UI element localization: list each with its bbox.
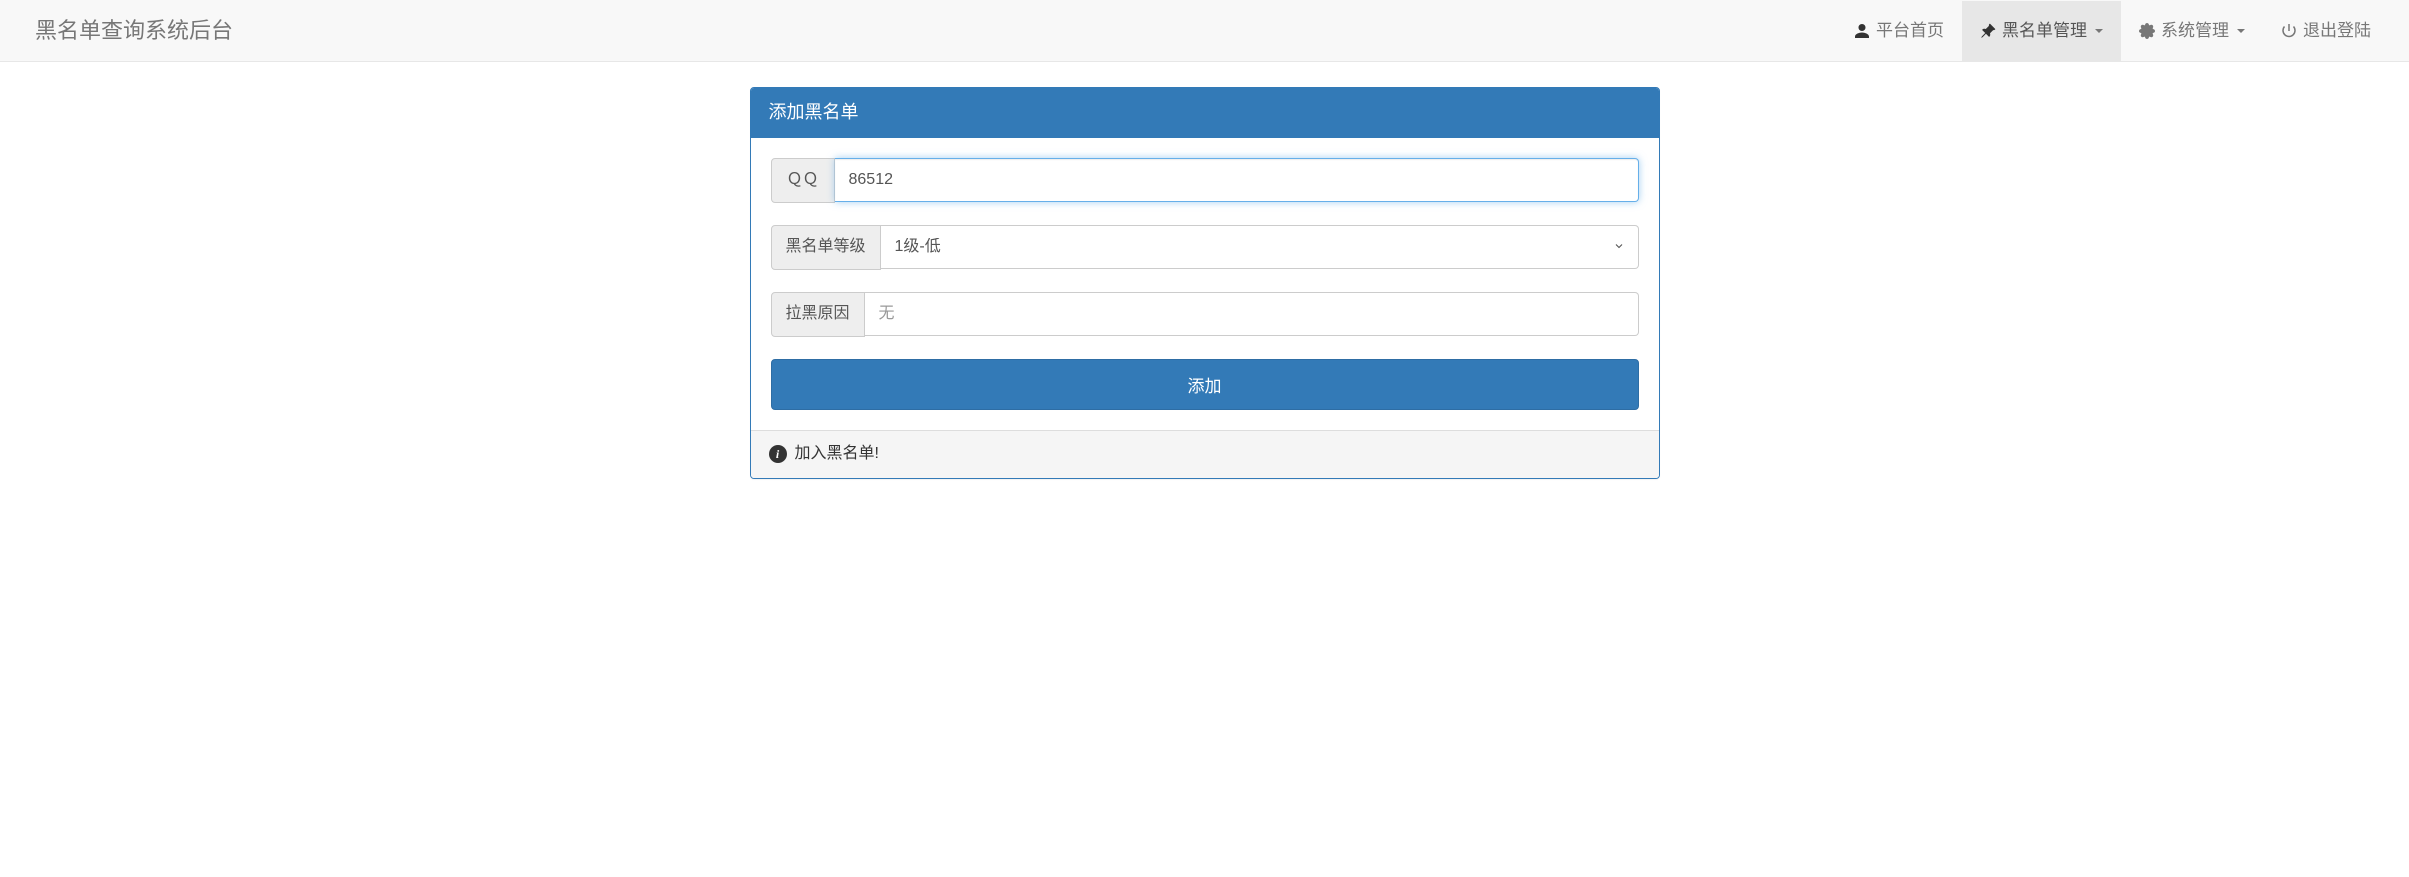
power-icon <box>2281 23 2297 39</box>
qq-input-group: ＱＱ <box>771 158 1639 203</box>
chevron-down-icon <box>2237 29 2245 33</box>
qq-input[interactable] <box>835 158 1639 202</box>
panel-body: ＱＱ 黑名单等级 1级-低 拉黑原因 添加 <box>751 138 1659 430</box>
info-icon: i <box>769 445 787 463</box>
brand-title[interactable]: 黑名单查询系统后台 <box>20 0 248 61</box>
submit-button[interactable]: 添加 <box>771 359 1639 410</box>
nav-menu: 平台首页 黑名单管理 系统管理 <box>1836 1 2389 61</box>
qq-label: ＱＱ <box>771 158 835 203</box>
reason-input[interactable] <box>865 292 1639 336</box>
nav-label: 退出登陆 <box>2303 19 2371 43</box>
reason-input-group: 拉黑原因 <box>771 292 1639 337</box>
main-container: 添加黑名单 ＱＱ 黑名单等级 1级-低 拉黑原因 <box>735 87 1675 478</box>
top-navbar: 黑名单查询系统后台 平台首页 黑名单管理 <box>0 0 2409 62</box>
panel-title: 添加黑名单 <box>751 88 1659 138</box>
level-input-group: 黑名单等级 1级-低 <box>771 225 1639 270</box>
panel-footer: i 加入黑名单! <box>751 430 1659 478</box>
level-select[interactable]: 1级-低 <box>881 225 1639 269</box>
nav-label: 系统管理 <box>2161 19 2229 43</box>
nav-item-logout[interactable]: 退出登陆 <box>2263 1 2389 61</box>
level-label: 黑名单等级 <box>771 225 881 270</box>
gear-icon <box>2139 23 2155 39</box>
add-blacklist-panel: 添加黑名单 ＱＱ 黑名单等级 1级-低 拉黑原因 <box>750 87 1660 478</box>
user-icon <box>1854 23 1870 39</box>
footer-text: 加入黑名单! <box>795 443 879 466</box>
pin-icon <box>1980 23 1996 39</box>
reason-label: 拉黑原因 <box>771 292 865 337</box>
nav-item-blacklist[interactable]: 黑名单管理 <box>1962 1 2121 61</box>
nav-item-system[interactable]: 系统管理 <box>2121 1 2263 61</box>
nav-item-home[interactable]: 平台首页 <box>1836 1 1962 61</box>
nav-label: 平台首页 <box>1876 19 1944 43</box>
nav-label: 黑名单管理 <box>2002 19 2087 43</box>
chevron-down-icon <box>2095 29 2103 33</box>
